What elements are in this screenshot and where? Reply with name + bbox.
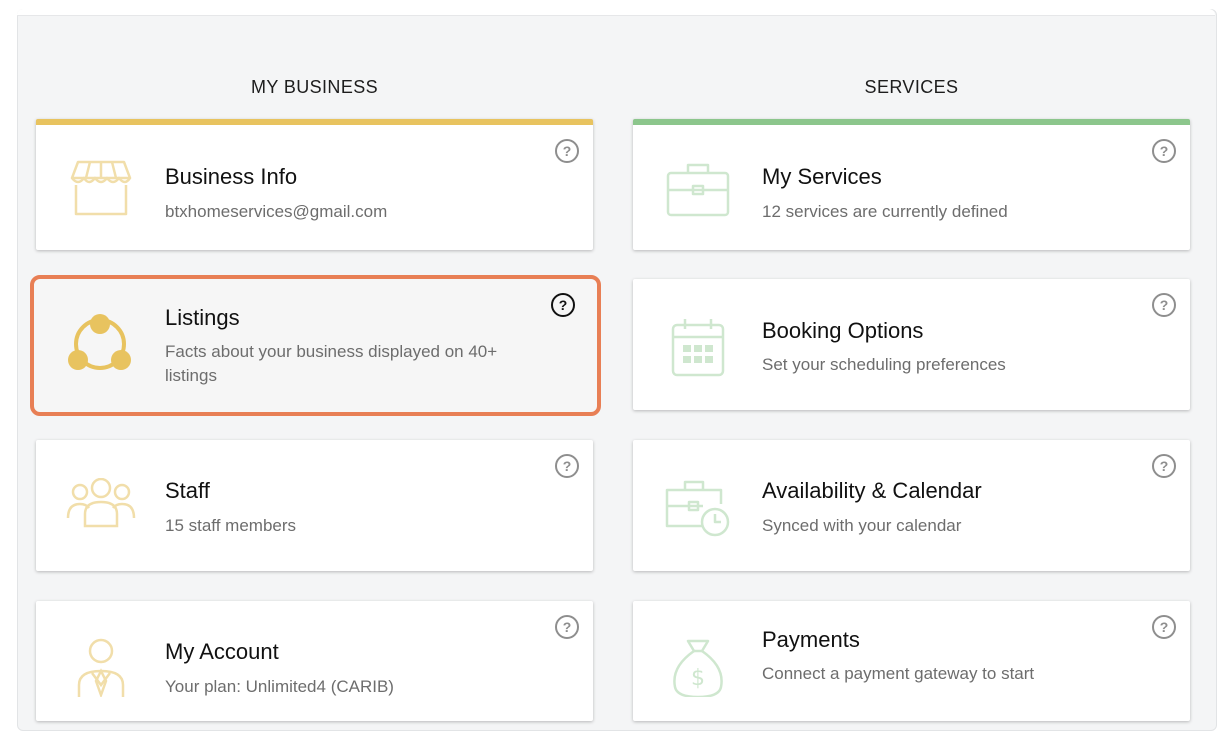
listings-card[interactable]: Listings Facts about your business displ… (34, 279, 591, 408)
svg-text:$: $ (691, 666, 705, 691)
help-icon[interactable]: ? (555, 454, 579, 478)
money-bag-icon: $ (673, 639, 723, 697)
card-subtitle: Set your scheduling preferences (762, 355, 1006, 374)
people-icon (66, 478, 136, 528)
card-subtitle: Your plan: Unlimited4 (CARIB) (165, 677, 394, 696)
card-title: My Services (762, 164, 882, 189)
card-title: Payments (762, 627, 860, 652)
help-icon[interactable]: ? (551, 293, 575, 317)
storefront-icon (70, 160, 132, 216)
payments-card[interactable]: $ Payments Connect a payment gateway to … (633, 601, 1190, 721)
help-icon[interactable]: ? (1152, 615, 1176, 639)
help-icon[interactable]: ? (555, 615, 579, 639)
my-business-heading: MY BUSINESS (250, 77, 379, 97)
network-icon (68, 314, 131, 370)
card-title: Listings (165, 305, 240, 330)
availability-calendar-card[interactable]: Availability & Calendar Synced with your… (633, 440, 1190, 571)
card-subtitle: btxhomeservices@gmail.com (165, 202, 388, 221)
user-tie-icon (77, 638, 125, 697)
help-icon[interactable]: ? (1152, 139, 1176, 163)
card-subtitle-line1: Facts about your business displayed on 4… (165, 342, 498, 361)
card-subtitle: 15 staff members (165, 516, 297, 535)
briefcase-icon (666, 163, 730, 217)
panel-top-edge (17, 9, 1215, 16)
card-title: Booking Options (762, 318, 924, 343)
help-icon[interactable]: ? (1152, 293, 1176, 317)
card-title: Staff (165, 478, 210, 503)
help-icon[interactable]: ? (555, 139, 579, 163)
card-subtitle-line2: listings (165, 366, 217, 385)
briefcase-clock-icon (665, 480, 730, 537)
card-title: My Account (165, 639, 279, 664)
booking-options-card[interactable]: Booking Options Set your scheduling pref… (633, 279, 1190, 410)
card-title: Availability & Calendar (762, 478, 982, 503)
my-account-card[interactable]: My Account Your plan: Unlimited4 (CARIB)… (36, 601, 593, 721)
help-icon[interactable]: ? (1152, 454, 1176, 478)
business-info-card[interactable]: Business Info btxhomeservices@gmail.com … (36, 119, 593, 250)
card-title: Business Info (165, 164, 298, 189)
card-subtitle: Synced with your calendar (762, 516, 962, 535)
card-subtitle: Connect a payment gateway to start (762, 664, 1035, 683)
calendar-icon (671, 319, 725, 377)
staff-card[interactable]: Staff 15 staff members ? (36, 440, 593, 571)
services-heading: SERVICES (864, 77, 959, 97)
card-subtitle: 12 services are currently defined (762, 202, 1008, 221)
my-services-card[interactable]: My Services 12 services are currently de… (633, 119, 1190, 250)
